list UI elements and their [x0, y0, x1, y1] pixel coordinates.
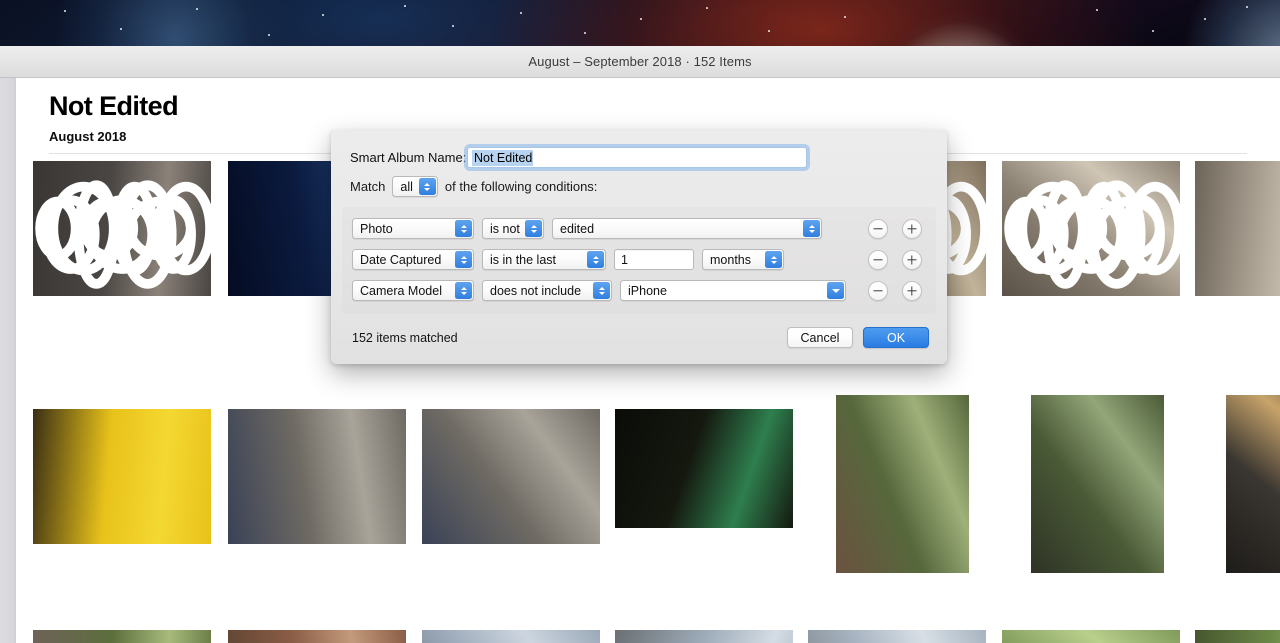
star-speck — [706, 7, 708, 9]
star-speck — [64, 10, 66, 12]
window-titlebar[interactable]: August – September 2018 · 152 Items — [0, 46, 1280, 78]
star-speck — [322, 14, 324, 16]
condition-amount-value: 1 — [621, 252, 628, 267]
photo-thumb-plaza-cyclists[interactable] — [615, 630, 793, 643]
condition-value: iPhone — [628, 283, 667, 298]
condition-field-popup[interactable]: Date Captured — [352, 249, 474, 270]
photo-thumb-yellow-letter-portrait[interactable] — [33, 409, 211, 544]
photo-thumb-bicycles-street[interactable] — [1031, 395, 1164, 573]
album-name-label: Smart Album Name: — [350, 150, 467, 165]
photo-thumb-brick-facade[interactable] — [228, 630, 406, 643]
star-speck — [404, 5, 406, 7]
chevron-updown-icon — [455, 220, 472, 237]
match-prefix-label: Match — [350, 179, 386, 194]
redaction-scribble-icon — [1004, 180, 1180, 289]
condition-field-value: Photo — [360, 221, 393, 236]
star-speck — [1152, 30, 1154, 32]
match-mode-value: all — [400, 179, 413, 194]
photo-thumb-closet-cropped[interactable] — [1195, 161, 1280, 296]
page-title: Not Edited — [49, 91, 179, 121]
chevron-updown-icon — [418, 178, 436, 195]
match-mode-popup[interactable]: all — [392, 176, 438, 197]
condition-field-popup[interactable]: Photo — [352, 218, 474, 239]
condition-field-value: Date Captured — [360, 252, 442, 267]
star-speck — [1246, 6, 1248, 8]
match-suffix-label: of the following conditions: — [444, 179, 598, 194]
chevron-updown-icon — [803, 220, 820, 237]
cancel-button[interactable]: Cancel — [787, 327, 853, 348]
condition-row: Photo is not edited — [342, 213, 936, 244]
smart-album-dialog: Smart Album Name: Not Edited Match all o… — [331, 130, 947, 364]
photo-thumb-museum-lawn[interactable] — [1002, 630, 1180, 643]
match-row: Match all of the following conditions: — [331, 168, 947, 197]
photo-thumb-redacted-interior[interactable] — [33, 161, 211, 296]
smart-album-name-input[interactable]: Not Edited — [467, 147, 807, 168]
condition-field-value: Camera Model — [360, 283, 442, 298]
match-count-label: 152 items matched — [352, 330, 458, 345]
condition-amount-input[interactable]: 1 — [614, 249, 694, 270]
chevron-down-icon — [827, 282, 844, 299]
star-speck — [844, 16, 846, 18]
condition-operator-popup[interactable]: is not — [482, 218, 544, 239]
chevron-updown-icon — [455, 282, 472, 299]
photo-thumb-man-photographing-2[interactable] — [422, 409, 600, 544]
remove-condition-button[interactable] — [868, 280, 888, 301]
photo-thumb-park-trees-cropped[interactable] — [1195, 630, 1280, 643]
star-speck — [196, 8, 198, 10]
photo-thumb-canal-houses[interactable] — [422, 630, 600, 643]
photo-grid-row — [16, 630, 1280, 643]
conditions-panel: Photo is not edited Date Captured is in … — [342, 207, 936, 314]
chevron-updown-icon — [593, 282, 610, 299]
condition-operator-popup[interactable]: is in the last — [482, 249, 606, 270]
smart-album-name-value: Not Edited — [472, 149, 534, 166]
add-condition-button[interactable] — [902, 249, 922, 270]
remove-condition-button[interactable] — [868, 218, 888, 239]
chevron-updown-icon — [455, 251, 472, 268]
chevron-updown-icon — [765, 251, 782, 268]
condition-unit-value: months — [710, 252, 751, 267]
condition-operator-value: is not — [490, 221, 520, 236]
condition-value-popup[interactable]: edited — [552, 218, 822, 239]
photo-thumb-green-alley[interactable] — [33, 630, 211, 643]
photo-thumb-room-redacted[interactable] — [1002, 161, 1180, 296]
star-speck — [768, 30, 770, 32]
album-name-row: Smart Album Name: Not Edited — [331, 130, 947, 168]
photo-thumb-bookshelf-wall[interactable] — [1226, 395, 1280, 573]
dialog-footer: 152 items matched Cancel OK — [331, 314, 947, 348]
star-speck — [584, 32, 586, 34]
condition-operator-popup[interactable]: does not include — [482, 280, 612, 301]
window-title: August – September 2018 · 152 Items — [528, 54, 752, 69]
star-speck — [520, 12, 522, 14]
condition-row: Date Captured is in the last 1 months — [342, 244, 936, 275]
chevron-updown-icon — [525, 220, 542, 237]
redaction-scribble-icon — [35, 180, 211, 289]
add-condition-button[interactable] — [902, 280, 922, 301]
ok-button[interactable]: OK — [863, 327, 929, 348]
star-speck — [268, 34, 270, 36]
star-speck — [1204, 18, 1206, 20]
photos-app-window: August – September 2018 · 152 Items Not … — [0, 46, 1280, 643]
star-speck — [640, 18, 642, 20]
condition-unit-popup[interactable]: months — [702, 249, 784, 270]
condition-field-popup[interactable]: Camera Model — [352, 280, 474, 301]
desktop-wallpaper — [0, 0, 1280, 46]
condition-row: Camera Model does not include iPhone — [342, 275, 936, 306]
star-speck — [452, 25, 454, 27]
remove-condition-button[interactable] — [868, 249, 888, 270]
photo-thumb-magnetic-exhibition[interactable] — [615, 409, 793, 528]
photo-thumb-street-trees-cars[interactable] — [836, 395, 969, 573]
photo-thumb-man-photographing-1[interactable] — [228, 409, 406, 544]
star-speck — [1096, 9, 1098, 11]
condition-operator-value: is in the last — [490, 252, 557, 267]
chevron-updown-icon — [587, 251, 604, 268]
star-speck — [120, 28, 122, 30]
condition-value: edited — [560, 221, 595, 236]
sidebar-collapsed-strip[interactable] — [0, 78, 16, 643]
add-condition-button[interactable] — [902, 218, 922, 239]
photo-thumb-open-square[interactable] — [808, 630, 986, 643]
condition-operator-value: does not include — [490, 283, 582, 298]
condition-value-combo[interactable]: iPhone — [620, 280, 846, 301]
photo-grid-row — [16, 395, 1280, 609]
